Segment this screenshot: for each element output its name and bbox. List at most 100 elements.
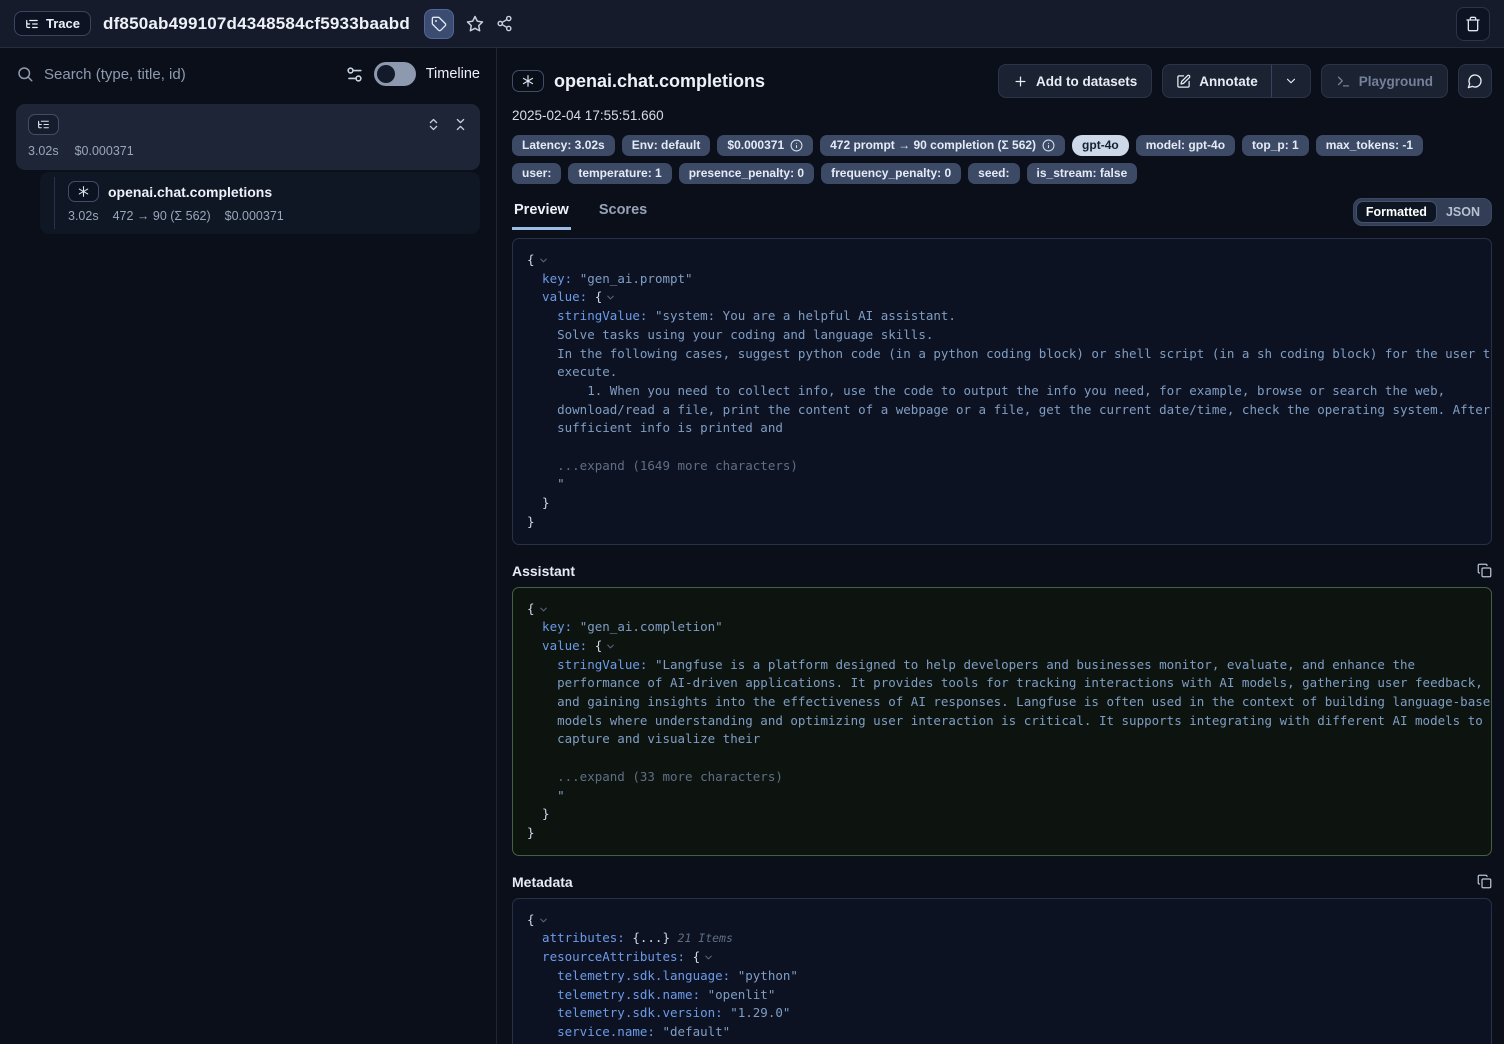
- code-segment: "1.29.0": [730, 1005, 790, 1020]
- page-title: openai.chat.completions: [554, 71, 765, 92]
- observation-node-openai-chat-completions[interactable]: openai.chat.completions 3.02s 472 → 90 (…: [40, 172, 480, 234]
- tab-scores[interactable]: Scores: [597, 202, 649, 230]
- badge-label: max_tokens: -1: [1326, 138, 1413, 152]
- timeline-toggle[interactable]: [374, 62, 416, 86]
- collapse-chevron-icon[interactable]: [602, 289, 616, 304]
- topbar: Trace df850ab499107d4348584cf5933baabd: [0, 0, 1504, 48]
- code-segment: capture and visualize their: [527, 731, 760, 746]
- plus-icon: [1013, 74, 1028, 89]
- metadata-badge: Latency: 3.02s: [512, 135, 615, 156]
- collapse-chevron-icon[interactable]: [535, 252, 549, 267]
- trace-duration: 3.02s: [28, 144, 59, 158]
- assistant-code-block: { key: "gen_ai.completion" value: { stri…: [512, 587, 1492, 856]
- code-segment: ": [527, 476, 565, 491]
- observation-tokens: 472 → 90 (Σ 562): [113, 209, 211, 223]
- metadata-badge: frequency_penalty: 0: [821, 163, 961, 184]
- generation-title-badge: [512, 70, 544, 92]
- expand-link[interactable]: ...expand (33 more characters): [527, 769, 783, 784]
- metadata-badge: 472 prompt → 90 completion (Σ 562): [820, 135, 1065, 156]
- code-segment: ": [527, 788, 565, 803]
- format-toggle-json[interactable]: JSON: [1437, 202, 1489, 222]
- share-button[interactable]: [496, 15, 513, 32]
- code-line: service.name: "default": [527, 1023, 1477, 1042]
- code-segment: 21 Items: [678, 931, 733, 945]
- collapse-chevron-icon[interactable]: [700, 949, 714, 964]
- expand-link[interactable]: ...expand (1649 more characters): [527, 458, 798, 473]
- code-segment: telemetry.sdk.language:: [527, 968, 738, 983]
- code-line: [527, 438, 1477, 457]
- metadata-badges-row1: Latency: 3.02s Env: default $0.000371: [512, 135, 1492, 156]
- filter-button[interactable]: [345, 65, 364, 84]
- trace-cost: $0.000371: [75, 144, 134, 158]
- copy-assistant-button[interactable]: [1477, 563, 1492, 578]
- trace-type-badge: Trace: [14, 11, 91, 36]
- collapse-all-button[interactable]: [453, 117, 468, 132]
- code-segment: "Langfuse is a platform designed to help…: [655, 657, 1415, 672]
- list-tree-icon: [25, 17, 39, 31]
- sliders-icon: [345, 65, 364, 84]
- collapse-chevron-icon[interactable]: [602, 638, 616, 653]
- badge-label: 472 prompt → 90 completion (Σ 562): [830, 138, 1036, 152]
- code-segment: download/read a file, print the content …: [527, 402, 1490, 417]
- info-icon[interactable]: [1042, 139, 1055, 152]
- code-line: stringValue: "system: You are a helpful …: [527, 307, 1477, 326]
- trace-id: df850ab499107d4348584cf5933baabd: [103, 14, 410, 34]
- code-line: }: [527, 824, 1477, 843]
- format-toggle-formatted[interactable]: Formatted: [1356, 201, 1437, 223]
- list-tree-icon: [37, 118, 50, 131]
- playground-button[interactable]: Playground: [1321, 64, 1448, 98]
- metadata-section-title: Metadata: [512, 874, 573, 890]
- code-segment: }: [527, 514, 535, 529]
- comments-button[interactable]: [1458, 64, 1492, 98]
- metadata-badges-row2: user: temperature: 1 presence_penalty: 0…: [512, 163, 1492, 184]
- code-segment: service.name:: [527, 1024, 662, 1039]
- metadata-badge: max_tokens: -1: [1316, 135, 1423, 156]
- observation-detail-panel: openai.chat.completions Add to datasets …: [497, 48, 1504, 1044]
- code-line: 1. When you need to collect info, use th…: [527, 382, 1477, 401]
- annotate-button-group: Annotate: [1162, 64, 1311, 98]
- format-toggle: Formatted JSON: [1353, 198, 1492, 226]
- code-segment: stringValue:: [527, 657, 655, 672]
- add-to-datasets-button[interactable]: Add to datasets: [998, 64, 1152, 98]
- annotate-label: Annotate: [1199, 74, 1258, 89]
- code-line: and gaining insights into the effectiven…: [527, 693, 1477, 712]
- tab-preview[interactable]: Preview: [512, 202, 571, 230]
- code-line: attributes: {...} 21 Items: [527, 929, 1477, 948]
- code-line: key: "gen_ai.completion": [527, 618, 1477, 637]
- code-line: }: [527, 805, 1477, 824]
- collapse-chevron-icon[interactable]: [535, 912, 549, 927]
- copy-icon: [1477, 563, 1492, 578]
- annotate-dropdown-button[interactable]: [1272, 65, 1310, 97]
- code-segment: }: [527, 825, 535, 840]
- metadata-code-block: { attributes: {...} 21 Items resourceAtt…: [512, 898, 1492, 1044]
- pencil-square-icon: [1176, 74, 1191, 89]
- trace-root-node[interactable]: 3.02s $0.000371: [16, 104, 480, 170]
- code-segment: {: [527, 252, 535, 267]
- copy-icon: [1477, 874, 1492, 889]
- metadata-badge: Env: default: [622, 135, 711, 156]
- collapse-chevron-icon[interactable]: [535, 601, 549, 616]
- playground-label: Playground: [1359, 74, 1433, 89]
- badge-label: model: gpt-4o: [1146, 138, 1225, 152]
- code-segment: }: [527, 806, 550, 821]
- tag-button[interactable]: [424, 9, 454, 39]
- copy-metadata-button[interactable]: [1477, 874, 1492, 889]
- preview-code-block: { key: "gen_ai.prompt" value: { stringVa…: [512, 238, 1492, 545]
- code-segment: "openlit": [708, 987, 776, 1002]
- comment-bubble-icon: [1467, 73, 1483, 89]
- search-input[interactable]: [44, 66, 335, 83]
- badge-label: is_stream: false: [1037, 166, 1128, 180]
- info-icon[interactable]: [790, 139, 803, 152]
- star-button[interactable]: [466, 15, 484, 33]
- code-segment: }: [527, 495, 550, 510]
- code-segment: key:: [527, 619, 580, 634]
- tabs-row: Preview Scores Formatted JSON: [512, 198, 1492, 230]
- code-line: ...expand (1649 more characters): [527, 457, 1477, 476]
- code-line: capture and visualize their: [527, 730, 1477, 749]
- terminal-icon: [1336, 74, 1351, 89]
- annotate-button[interactable]: Annotate: [1163, 65, 1271, 97]
- metadata-badge: top_p: 1: [1242, 135, 1309, 156]
- delete-trace-button[interactable]: [1456, 7, 1490, 41]
- code-segment: telemetry.sdk.version:: [527, 1005, 730, 1020]
- expand-all-button[interactable]: [426, 117, 441, 132]
